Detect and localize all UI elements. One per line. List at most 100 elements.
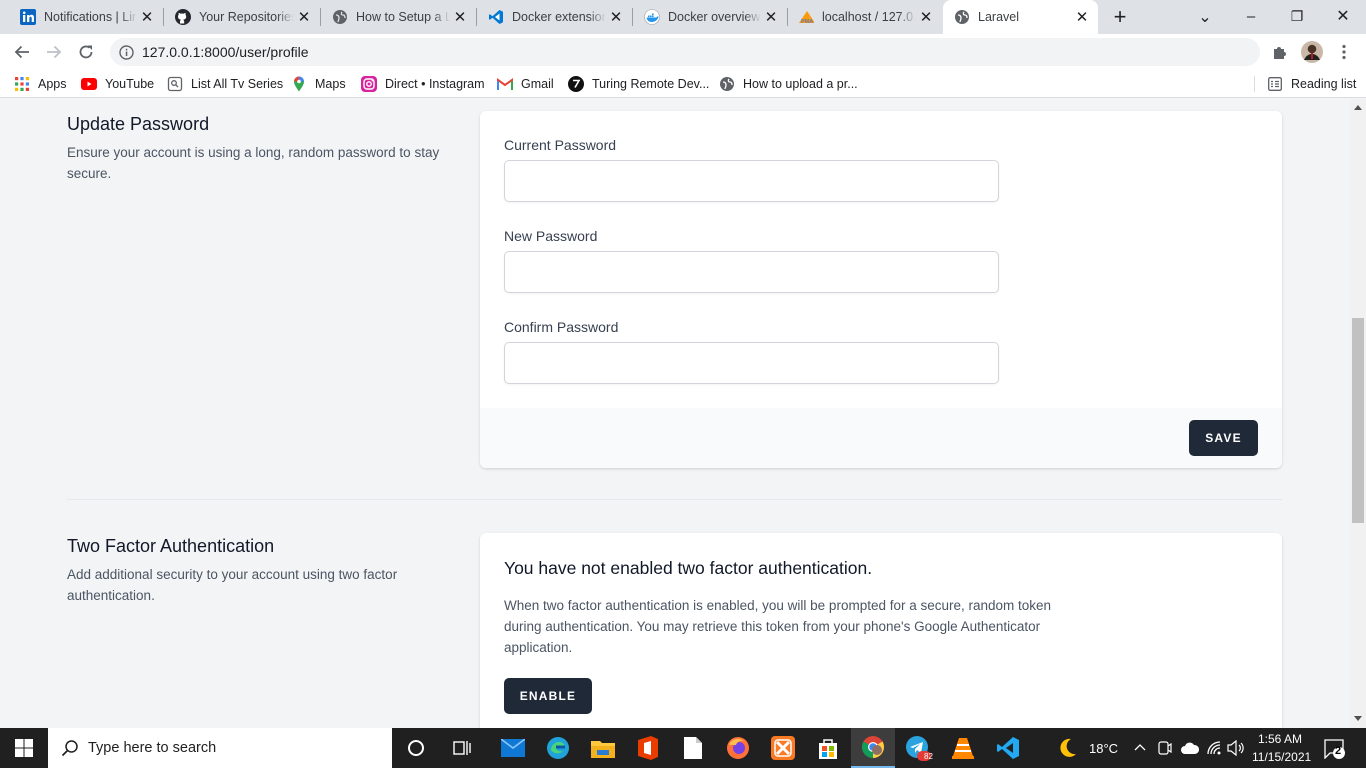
profile-avatar[interactable] [1298,38,1326,66]
mail-icon [501,739,525,757]
bookmark-instagram[interactable]: Direct • Instagram [361,75,485,93]
instagram-icon [361,76,377,92]
windows-logo-icon [15,739,33,757]
speaker-volume-icon[interactable] [1227,740,1245,756]
svg-text:PMA: PMA [801,19,813,25]
globe-icon [719,76,735,92]
reading-list-icon [1267,76,1283,92]
close-tab-icon[interactable]: ✕ [137,7,157,27]
xampp-icon [771,736,795,760]
back-button[interactable] [8,38,36,66]
firefox-app[interactable] [716,728,760,768]
close-tab-icon[interactable]: ✕ [606,7,626,27]
clock-date[interactable]: 11/15/2021 [1252,750,1311,764]
vlc-app[interactable] [941,728,985,768]
tab-docker-extension[interactable]: Docker extension ✕ [477,0,632,34]
vscode-icon [997,737,1019,759]
close-tab-icon[interactable]: ✕ [1072,7,1092,27]
weather-temperature[interactable]: 18°C [1089,741,1118,756]
bookmark-turing[interactable]: Turing Remote Dev... [568,75,709,93]
bookmark-upload[interactable]: How to upload a pr... [719,75,858,93]
edge-app[interactable] [536,728,580,768]
close-tab-icon[interactable]: ✕ [294,7,314,27]
info-icon[interactable] [119,45,134,60]
start-button[interactable] [2,728,46,768]
bookmark-label: Gmail [521,77,554,91]
chrome-app[interactable] [851,728,895,768]
bookmark-label: Direct • Instagram [385,77,485,91]
tab-title: Docker overview [668,10,761,24]
enable-button[interactable]: ENABLE [504,678,592,714]
close-tab-icon[interactable]: ✕ [450,7,470,27]
chrome-menu-button[interactable] [1330,38,1358,66]
confirm-password-input[interactable] [504,342,999,384]
phpmyadmin-icon: PMA [798,9,814,25]
url-text[interactable]: 127.0.0.1:8000/user/profile [142,44,309,60]
docker-icon [644,9,660,25]
update-password-card: Current Password New Password Confirm Pa… [480,111,1282,468]
page-scrollbar[interactable] [1350,99,1366,728]
bookmark-apps[interactable]: Apps [14,75,67,93]
mail-app[interactable] [491,728,535,768]
tab-title: Docker extension [512,10,606,24]
new-password-input[interactable] [504,251,999,293]
task-view-button[interactable] [441,728,485,768]
windows-taskbar: Type here to search 82 18°C 1:56 AM 11/1… [0,728,1366,768]
reading-list-button[interactable]: Reading list [1267,75,1356,93]
bookmark-maps[interactable]: Maps [291,75,346,93]
close-window-button[interactable]: ✕ [1320,0,1366,32]
close-tab-icon[interactable]: ✕ [916,7,936,27]
extensions-button[interactable] [1266,38,1294,66]
tab-title: Your Repositories [199,10,294,24]
chrome-icon [862,736,884,758]
close-tab-icon[interactable]: ✕ [761,7,781,27]
clock-time[interactable]: 1:56 AM [1258,732,1302,746]
xampp-app[interactable] [761,728,805,768]
bookmark-gmail[interactable]: Gmail [497,75,554,93]
cortana-button[interactable] [394,728,438,768]
new-tab-button[interactable]: + [1106,3,1134,31]
reload-icon [79,45,93,59]
bookmark-youtube[interactable]: YouTube [81,75,154,93]
tab-search-button[interactable]: ⌄ [1191,3,1219,31]
onedrive-cloud-icon[interactable] [1180,741,1200,755]
tab-laravel-setup[interactable]: How to Setup a La ✕ [321,0,476,34]
tab-docker-overview[interactable]: Docker overview ✕ [633,0,787,34]
chevron-up-icon[interactable] [1134,743,1146,751]
two-factor-card: You have not enabled two factor authenti… [480,533,1282,728]
confirm-password-label: Confirm Password [504,319,619,335]
telegram-app[interactable]: 82 [896,728,940,768]
scroll-up-icon[interactable] [1354,104,1362,110]
save-button[interactable]: SAVE [1189,420,1258,456]
vlc-cone-icon [952,738,974,759]
scrollbar-thumb[interactable] [1352,318,1364,523]
tab-phpmyadmin[interactable]: PMA localhost / 127.0. ✕ [788,0,942,34]
bookmark-label: Turing Remote Dev... [592,77,710,91]
store-icon [819,739,837,759]
reload-button[interactable] [72,38,100,66]
file-explorer-app[interactable] [581,728,625,768]
notepad-app[interactable] [671,728,715,768]
current-password-input[interactable] [504,160,999,202]
tab-linkedin[interactable]: Notifications | Lin ✕ [0,0,163,34]
restore-button[interactable]: ❐ [1274,0,1320,32]
office-app[interactable] [626,728,670,768]
bookmark-tv-series[interactable]: List All Tv Series [167,75,283,93]
globe-icon [954,9,970,25]
folder-icon [591,741,615,758]
wifi-icon[interactable] [1206,740,1222,756]
meet-now-icon[interactable] [1158,740,1172,756]
address-bar[interactable]: 127.0.0.1:8000/user/profile [110,38,1260,66]
update-password-title: Update Password [67,114,210,134]
tab-github[interactable]: Your Repositories ✕ [164,0,320,34]
vscode-app[interactable] [986,728,1030,768]
scroll-down-icon[interactable] [1354,716,1362,722]
taskbar-search[interactable]: Type here to search [48,728,392,768]
minimize-button[interactable]: – [1228,0,1274,32]
tab-laravel[interactable]: Laravel ✕ [943,0,1098,34]
page-icon [167,76,183,92]
search-placeholder: Type here to search [88,740,217,756]
bookmark-label: Maps [315,77,346,91]
store-app[interactable] [806,728,850,768]
forward-button[interactable] [40,38,68,66]
